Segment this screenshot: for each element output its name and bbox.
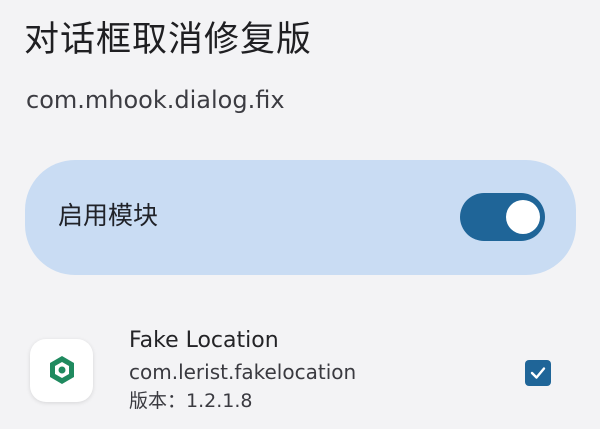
- module-package-name: com.mhook.dialog.fix: [26, 86, 285, 114]
- page-title: 对话框取消修复版: [24, 20, 313, 60]
- app-checkbox[interactable]: [525, 360, 551, 386]
- check-icon: [530, 367, 546, 379]
- enable-module-card[interactable]: 启用模块: [25, 160, 576, 275]
- location-hexagon-icon: [30, 339, 93, 402]
- toggle-thumb: [506, 200, 540, 234]
- list-item[interactable]: Fake Location com.lerist.fakelocation 版本…: [0, 320, 600, 429]
- app-package: com.lerist.fakelocation: [129, 360, 357, 384]
- enable-module-label: 启用模块: [58, 201, 159, 230]
- enable-module-toggle[interactable]: [460, 193, 545, 241]
- app-name: Fake Location: [129, 328, 279, 353]
- app-version: 版本：1.2.1.8: [129, 390, 253, 412]
